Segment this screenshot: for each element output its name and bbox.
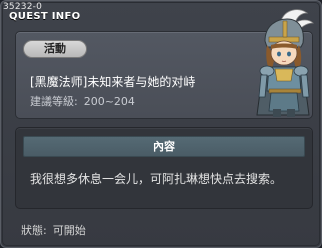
quest-status: 狀態: 可開始 (21, 222, 92, 238)
window-title: QUEST INFO (9, 11, 81, 22)
recommended-level: 建議等級: 200~204 (30, 93, 141, 109)
level-value: 200~204 (83, 95, 135, 108)
quest-name: [黑魔法师]未知来者与她的对峙 (30, 75, 196, 89)
content-header: 內容 (23, 136, 305, 157)
content-panel: 內容 我很想多休息一会儿，可阿扎琳想快点去搜索。 (15, 127, 313, 209)
npc-knight-portrait-icon (256, 9, 314, 117)
level-label: 建議等級: (30, 95, 78, 108)
status-value: 可開始 (52, 224, 86, 237)
category-badge: 活動 (23, 40, 87, 58)
status-label: 狀態: (21, 224, 47, 237)
quest-info-window: 35232-0 QUEST INFO 活動 [黑魔法师]未知来者与她的对峙 建議… (0, 0, 322, 248)
content-text: 我很想多休息一会儿，可阿扎琳想快点去搜索。 (30, 172, 283, 186)
